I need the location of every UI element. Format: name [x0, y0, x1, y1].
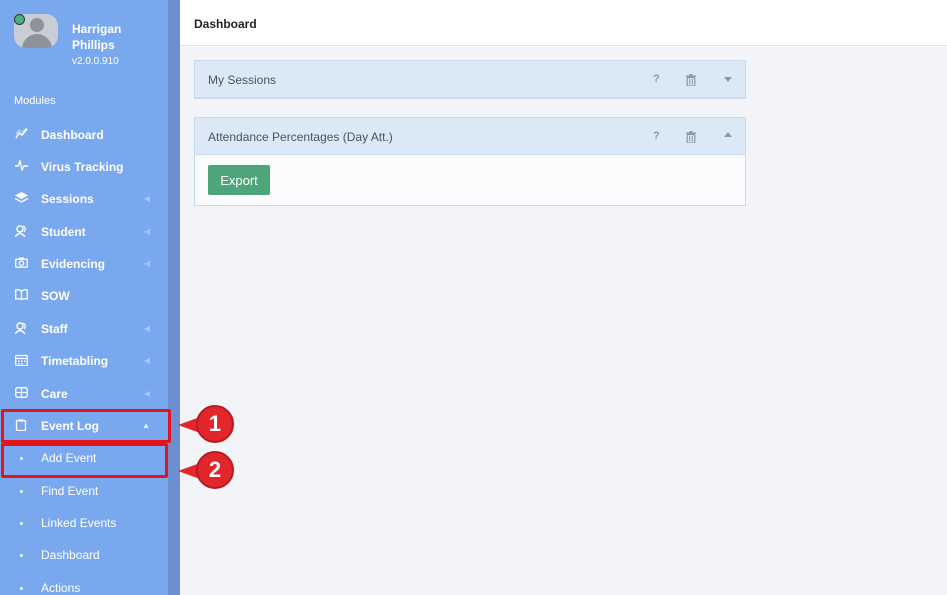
sidebar-subitem-linked-events[interactable]: Linked Events: [0, 507, 168, 539]
sidebar-item-label: Evidencing: [41, 257, 106, 271]
sidebar-item-evidencing[interactable]: Evidencing ◀: [0, 248, 168, 280]
grid-icon: [14, 387, 28, 401]
user-name: Harrigan Phillips: [72, 22, 122, 52]
sidebar-item-label: Sessions: [41, 192, 94, 206]
sidebar-subitem-actions[interactable]: Actions: [0, 572, 168, 595]
bullet-icon: [20, 489, 23, 493]
help-icon[interactable]: ?: [653, 73, 660, 85]
chevron-right-icon: ◀: [143, 259, 150, 268]
trash-icon[interactable]: [686, 130, 696, 144]
chevron-down-icon[interactable]: [724, 77, 732, 82]
bullet-icon: [20, 553, 23, 557]
users-icon: [13, 224, 28, 240]
help-icon[interactable]: ?: [653, 130, 660, 142]
panel-header[interactable]: Attendance Percentages (Day Att.) ?: [195, 118, 745, 155]
modules-label: Modules: [14, 95, 56, 107]
sidebar-item-student[interactable]: Student ◀: [0, 216, 168, 248]
trash-icon[interactable]: [686, 73, 696, 87]
sidebar-subitem-label: Dashboard: [41, 548, 100, 562]
export-button[interactable]: Export: [208, 165, 270, 195]
chevron-right-icon: ◀: [143, 227, 150, 236]
chevron-right-icon: ◀: [143, 356, 150, 365]
pulse-icon: [14, 158, 28, 174]
sidebar-item-label: SOW: [41, 289, 70, 303]
panel-title: My Sessions: [208, 73, 277, 87]
bullet-icon: [20, 521, 23, 525]
highlight-box-add-event: [1, 443, 168, 478]
sidebar-item-sow[interactable]: SOW: [0, 280, 168, 312]
bullet-icon: [20, 586, 23, 590]
sidebar-item-label: Care: [41, 387, 68, 401]
page-title: Dashboard: [194, 17, 257, 31]
sidebar-subitem-label: Linked Events: [41, 516, 117, 530]
sidebar-subitem-label: Actions: [41, 581, 81, 595]
user-profile: Harrigan Phillips v2.0.0.910: [0, 0, 168, 80]
callout-number: 1: [196, 405, 234, 443]
sidebar-item-label: Timetabling: [41, 354, 109, 368]
sidebar-item-timetabling[interactable]: Timetabling ◀: [0, 345, 168, 377]
chevron-right-icon: ◀: [143, 389, 150, 398]
sidebar-item-dashboard[interactable]: Dashboard: [0, 119, 168, 151]
top-bar: Dashboard: [180, 0, 947, 46]
sidebar-item-sessions[interactable]: Sessions ◀: [0, 183, 168, 215]
layers-icon: [14, 192, 28, 206]
panel-my-sessions: My Sessions ?: [194, 60, 746, 99]
callout-marker-2: 2: [178, 451, 234, 491]
sidebar: Harrigan Phillips v2.0.0.910 Modules Das…: [0, 0, 168, 595]
users-icon: [13, 321, 28, 337]
panel-body: Export: [195, 155, 745, 205]
sidebar-item-virus-tracking[interactable]: Virus Tracking: [0, 151, 168, 183]
sidebar-item-label: Student: [41, 225, 86, 239]
sidebar-item-label: Virus Tracking: [41, 160, 124, 174]
callout-marker-1: 1: [178, 405, 234, 445]
chevron-up-icon[interactable]: [724, 132, 732, 137]
chevron-right-icon: ◀: [143, 324, 150, 333]
panel-title: Attendance Percentages (Day Att.): [208, 130, 393, 144]
chart-line-icon: [14, 127, 28, 142]
callout-number: 2: [196, 451, 234, 489]
sidebar-item-label: Dashboard: [41, 128, 104, 142]
sidebar-subitem-dashboard[interactable]: Dashboard: [0, 539, 168, 571]
sidebar-scroll-edge: [168, 0, 180, 595]
panel-header[interactable]: My Sessions ?: [195, 61, 745, 98]
app-version: v2.0.0.910: [72, 56, 119, 67]
online-status-icon: [14, 14, 25, 25]
sidebar-subitem-find-event[interactable]: Find Event: [0, 475, 168, 507]
panel-attendance-percentages: Attendance Percentages (Day Att.) ? Expo…: [194, 117, 746, 206]
highlight-box-event-log: [1, 409, 171, 443]
sidebar-item-care[interactable]: Care ◀: [0, 378, 168, 410]
sidebar-item-staff[interactable]: Staff ◀: [0, 313, 168, 345]
calendar-icon: [14, 354, 28, 369]
camera-icon: [14, 257, 28, 271]
sidebar-item-label: Staff: [41, 322, 68, 336]
book-icon: [14, 289, 28, 303]
sidebar-subitem-label: Find Event: [41, 484, 99, 498]
chevron-right-icon: ◀: [143, 194, 150, 203]
